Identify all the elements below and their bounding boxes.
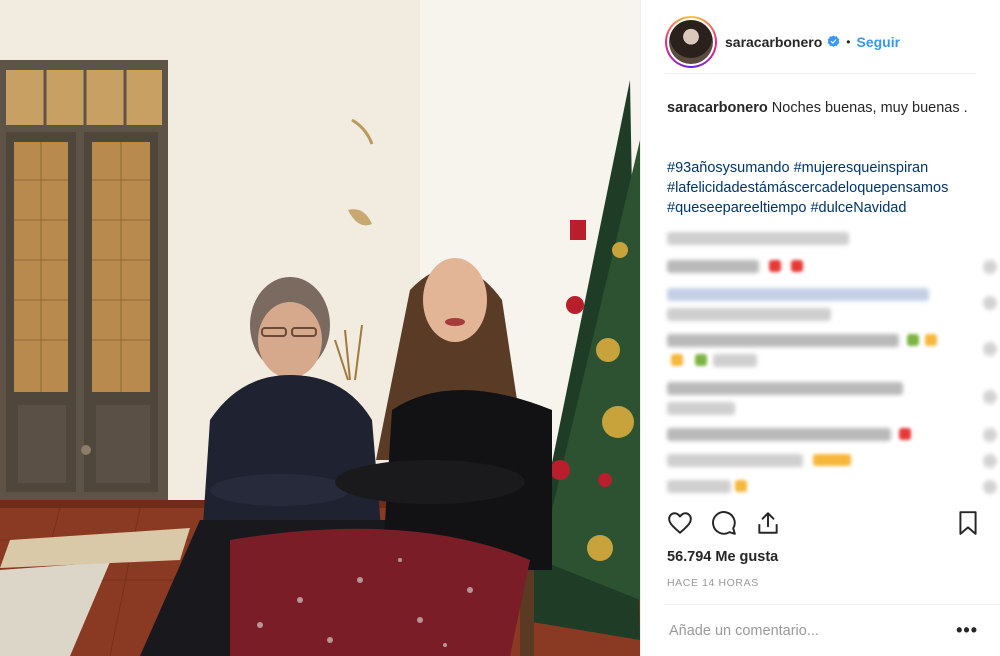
hashtag-line[interactable]: #lafelicidadestámáscercadeloquepensamos — [667, 178, 992, 198]
emoji-icon — [671, 354, 683, 366]
emoji-icon — [695, 354, 707, 366]
add-comment-bar: ••• — [665, 604, 1000, 656]
heart-icon[interactable] — [983, 454, 997, 468]
emoji-icon — [791, 260, 803, 272]
blurred-comment — [667, 308, 831, 321]
blurred-comment — [667, 288, 929, 301]
heart-icon[interactable] — [983, 480, 997, 494]
blurred-comment — [667, 232, 849, 245]
post-photo-illustration — [0, 0, 640, 656]
verified-badge-icon — [827, 35, 840, 48]
post-caption: saracarbonero Noches buenas, muy buenas … — [667, 98, 987, 118]
comment-bubble-icon[interactable] — [711, 510, 737, 536]
heart-icon[interactable] — [983, 428, 997, 442]
avatar-image — [669, 19, 713, 64]
heart-icon[interactable] — [983, 390, 997, 404]
hashtag-list: #93añosysumando #mujeresqueinspiran #laf… — [667, 158, 992, 218]
heart-icon[interactable] — [983, 342, 997, 356]
post-sidebar: saracarbonero • Seguir saracarbonero Noc… — [640, 0, 1000, 656]
separator-dot: • — [846, 34, 851, 49]
comment-input[interactable] — [665, 622, 935, 639]
share-icon[interactable] — [755, 510, 781, 536]
avatar[interactable] — [665, 15, 717, 68]
blurred-comment — [667, 402, 735, 415]
emoji-icon — [735, 480, 747, 492]
hashtag-line[interactable]: #queseepareeltiempo #dulceNavidad — [667, 198, 992, 218]
ellipsis-icon[interactable]: ••• — [956, 621, 978, 639]
caption-username[interactable]: saracarbonero — [667, 100, 768, 116]
hashtag-line[interactable]: #93añosysumando #mujeresqueinspiran — [667, 158, 992, 178]
blurred-comment — [667, 428, 891, 441]
username-link[interactable]: saracarbonero — [725, 34, 822, 50]
blurred-comment — [713, 354, 757, 367]
post-timestamp[interactable]: HACE 14 HORAS — [667, 577, 759, 589]
emoji-icon — [813, 454, 851, 466]
emoji-icon — [899, 428, 911, 440]
post-photo[interactable] — [0, 0, 640, 656]
blurred-comment — [667, 382, 903, 395]
heart-icon[interactable] — [667, 510, 693, 536]
emoji-icon — [925, 334, 937, 346]
follow-button[interactable]: Seguir — [856, 34, 900, 50]
heart-icon[interactable] — [983, 260, 997, 274]
emoji-icon — [769, 260, 781, 272]
post-header: saracarbonero • Seguir — [665, 14, 976, 74]
like-count[interactable]: 56.794 Me gusta — [667, 549, 778, 565]
caption-text: Noches buenas, muy buenas . — [767, 100, 968, 116]
blurred-comment — [667, 480, 731, 493]
heart-icon[interactable] — [983, 296, 997, 310]
blurred-comment — [667, 260, 759, 273]
bookmark-icon[interactable] — [955, 510, 981, 536]
blurred-comment — [667, 334, 899, 347]
action-bar — [665, 506, 985, 542]
blurred-comment — [667, 454, 803, 467]
emoji-icon — [907, 334, 919, 346]
